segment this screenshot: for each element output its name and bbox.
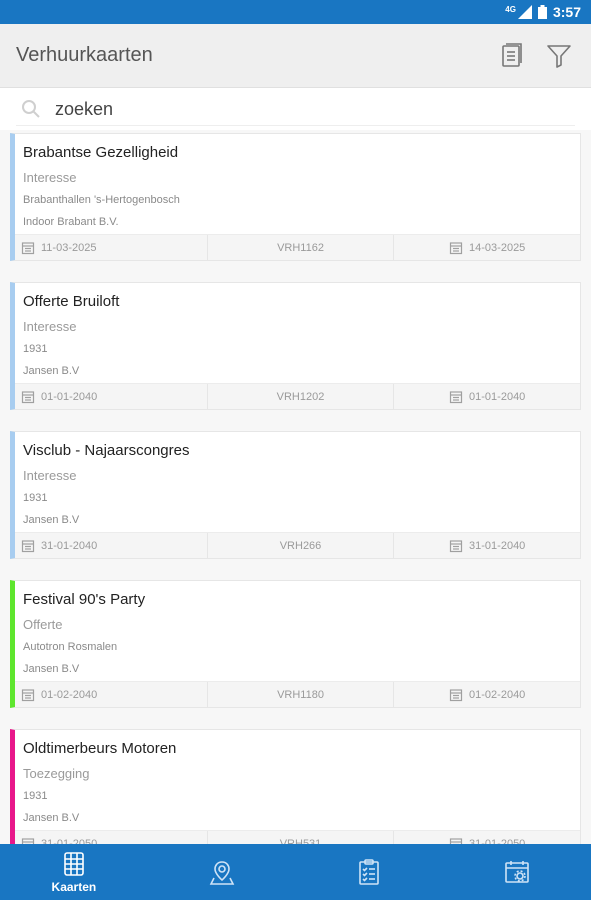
calendar-icon: [449, 241, 463, 254]
rental-card[interactable]: Oldtimerbeurs Motoren Toezegging 1931 Janse…: [10, 729, 581, 844]
calendar-settings-icon: [505, 861, 529, 883]
card-title: Offerte Bruiloft: [23, 293, 120, 310]
clipboard-list-icon: [359, 859, 380, 885]
end-date-cell: 31-01-2050: [394, 831, 580, 844]
search-bar: [0, 88, 591, 130]
card-status: Toezegging: [23, 766, 90, 781]
code-cell: VRH1202: [208, 384, 395, 409]
end-date-cell: 01-01-2040: [394, 384, 580, 409]
card-footer: 31-01-2050 VRH531 31-01-2050: [15, 830, 580, 844]
card-status: Interesse: [23, 170, 77, 185]
card-code: VRH1162: [277, 241, 324, 254]
search-icon: [22, 100, 40, 118]
start-date-cell: 01-01-2040: [15, 384, 208, 409]
code-cell: VRH531: [208, 831, 395, 844]
search-input[interactable]: [55, 93, 555, 125]
nav-item-calendar-settings[interactable]: [443, 844, 591, 900]
card-company: Jansen B.V: [23, 365, 80, 377]
card-company: Jansen B.V: [23, 514, 80, 526]
card-location: 1931: [23, 492, 48, 504]
nav-item-tasks[interactable]: [296, 844, 444, 900]
calendar-icon: [21, 837, 35, 844]
end-date-cell: 14-03-2025: [394, 235, 580, 260]
end-date: 01-01-2040: [469, 390, 526, 403]
calendar-icon: [21, 688, 35, 701]
card-location: Brabanthallen 's-Hertogenbosch: [23, 194, 180, 206]
card-company: Jansen B.V: [23, 812, 80, 824]
rental-card[interactable]: Offerte Bruiloft Interesse 1931 Jansen B.V 0…: [10, 282, 581, 410]
card-footer: 31-01-2040 VRH266 31-01-2040: [15, 532, 580, 558]
calendar-icon: [449, 837, 463, 844]
bottom-navigation: Kaarten: [0, 844, 591, 900]
start-date-cell: 11-03-2025: [15, 235, 208, 260]
card-footer: 11-03-2025 VRH1162 14-03-2025: [15, 234, 580, 260]
calendar-icon: [449, 390, 463, 403]
card-status: Interesse: [23, 468, 77, 483]
card-location: Autotron Rosmalen: [23, 641, 118, 653]
start-date: 11-03-2025: [41, 241, 97, 254]
card-location: 1931: [23, 790, 48, 802]
start-date: 01-01-2040: [41, 390, 98, 403]
calendar-icon: [21, 539, 35, 552]
nav-item-kaarten[interactable]: Kaarten: [0, 844, 148, 900]
nav-label-kaarten: Kaarten: [51, 880, 97, 894]
card-footer: 01-02-2040 VRH1180 01-02-2040: [15, 681, 580, 707]
start-date-cell: 31-01-2050: [15, 831, 208, 844]
page-title: Verhuurkaarten: [16, 44, 153, 66]
end-date-cell: 31-01-2040: [394, 533, 580, 558]
app-bar: Verhuurkaarten: [0, 24, 591, 88]
filter-button[interactable]: [543, 40, 575, 72]
end-date: 01-02-2040: [469, 688, 526, 701]
calendar-icon: [449, 539, 463, 552]
end-date: 31-01-2040: [469, 539, 526, 552]
end-date: 14-03-2025: [469, 241, 526, 254]
map-pin-icon: [209, 861, 234, 885]
code-cell: VRH266: [208, 533, 395, 558]
card-location: 1931: [23, 343, 48, 355]
calendar-icon: [449, 688, 463, 701]
start-date-cell: 01-02-2040: [15, 682, 208, 707]
card-code: VRH1202: [276, 390, 325, 403]
start-date: 31-01-2040: [41, 539, 98, 552]
status-bar: 4G 3:57: [0, 0, 591, 24]
start-date-cell: 31-01-2040: [15, 533, 208, 558]
card-code: VRH266: [279, 539, 322, 552]
rental-card[interactable]: Brabantse Gezelligheid Interesse Brabantha…: [10, 133, 581, 261]
status-icons: 4G 3:57: [505, 3, 581, 21]
signal-icon: [517, 5, 532, 19]
start-date: 01-02-2040: [41, 688, 98, 701]
calendar-icon: [21, 241, 35, 254]
rental-card[interactable]: Festival 90's Party Offerte Autotron Rosma…: [10, 580, 581, 708]
card-title: Festival 90's Party: [23, 591, 146, 608]
document-list-icon: [502, 43, 522, 67]
calendar-icon: [21, 390, 35, 403]
nav-item-map[interactable]: [148, 844, 296, 900]
card-title: Brabantse Gezelligheid: [23, 144, 179, 161]
network-label: 4G: [505, 4, 516, 14]
card-footer: 01-01-2040 VRH1202 01-01-2040: [15, 383, 580, 409]
code-cell: VRH1180: [208, 682, 395, 707]
rental-card-list[interactable]: Brabantse Gezelligheid Interesse Brabantha…: [0, 130, 591, 844]
rental-card[interactable]: Visclub - Najaarscongres Interesse 1931 Jan…: [10, 431, 581, 559]
card-company: Indoor Brabant B.V.: [23, 216, 119, 228]
card-code: VRH1180: [277, 688, 324, 701]
end-date-cell: 01-02-2040: [394, 682, 580, 707]
search-divider: [16, 125, 575, 126]
document-list-button[interactable]: [496, 40, 528, 72]
card-status: Interesse: [23, 319, 77, 334]
filter-icon: [547, 45, 571, 68]
cards-icon: [64, 852, 84, 876]
card-title: Visclub - Najaarscongres: [23, 442, 190, 459]
card-company: Jansen B.V: [23, 663, 80, 675]
code-cell: VRH1162: [208, 235, 395, 260]
status-time: 3:57: [552, 4, 581, 20]
battery-icon: [537, 5, 547, 19]
card-status: Offerte: [23, 617, 63, 632]
card-title: Oldtimerbeurs Motoren: [23, 740, 177, 757]
